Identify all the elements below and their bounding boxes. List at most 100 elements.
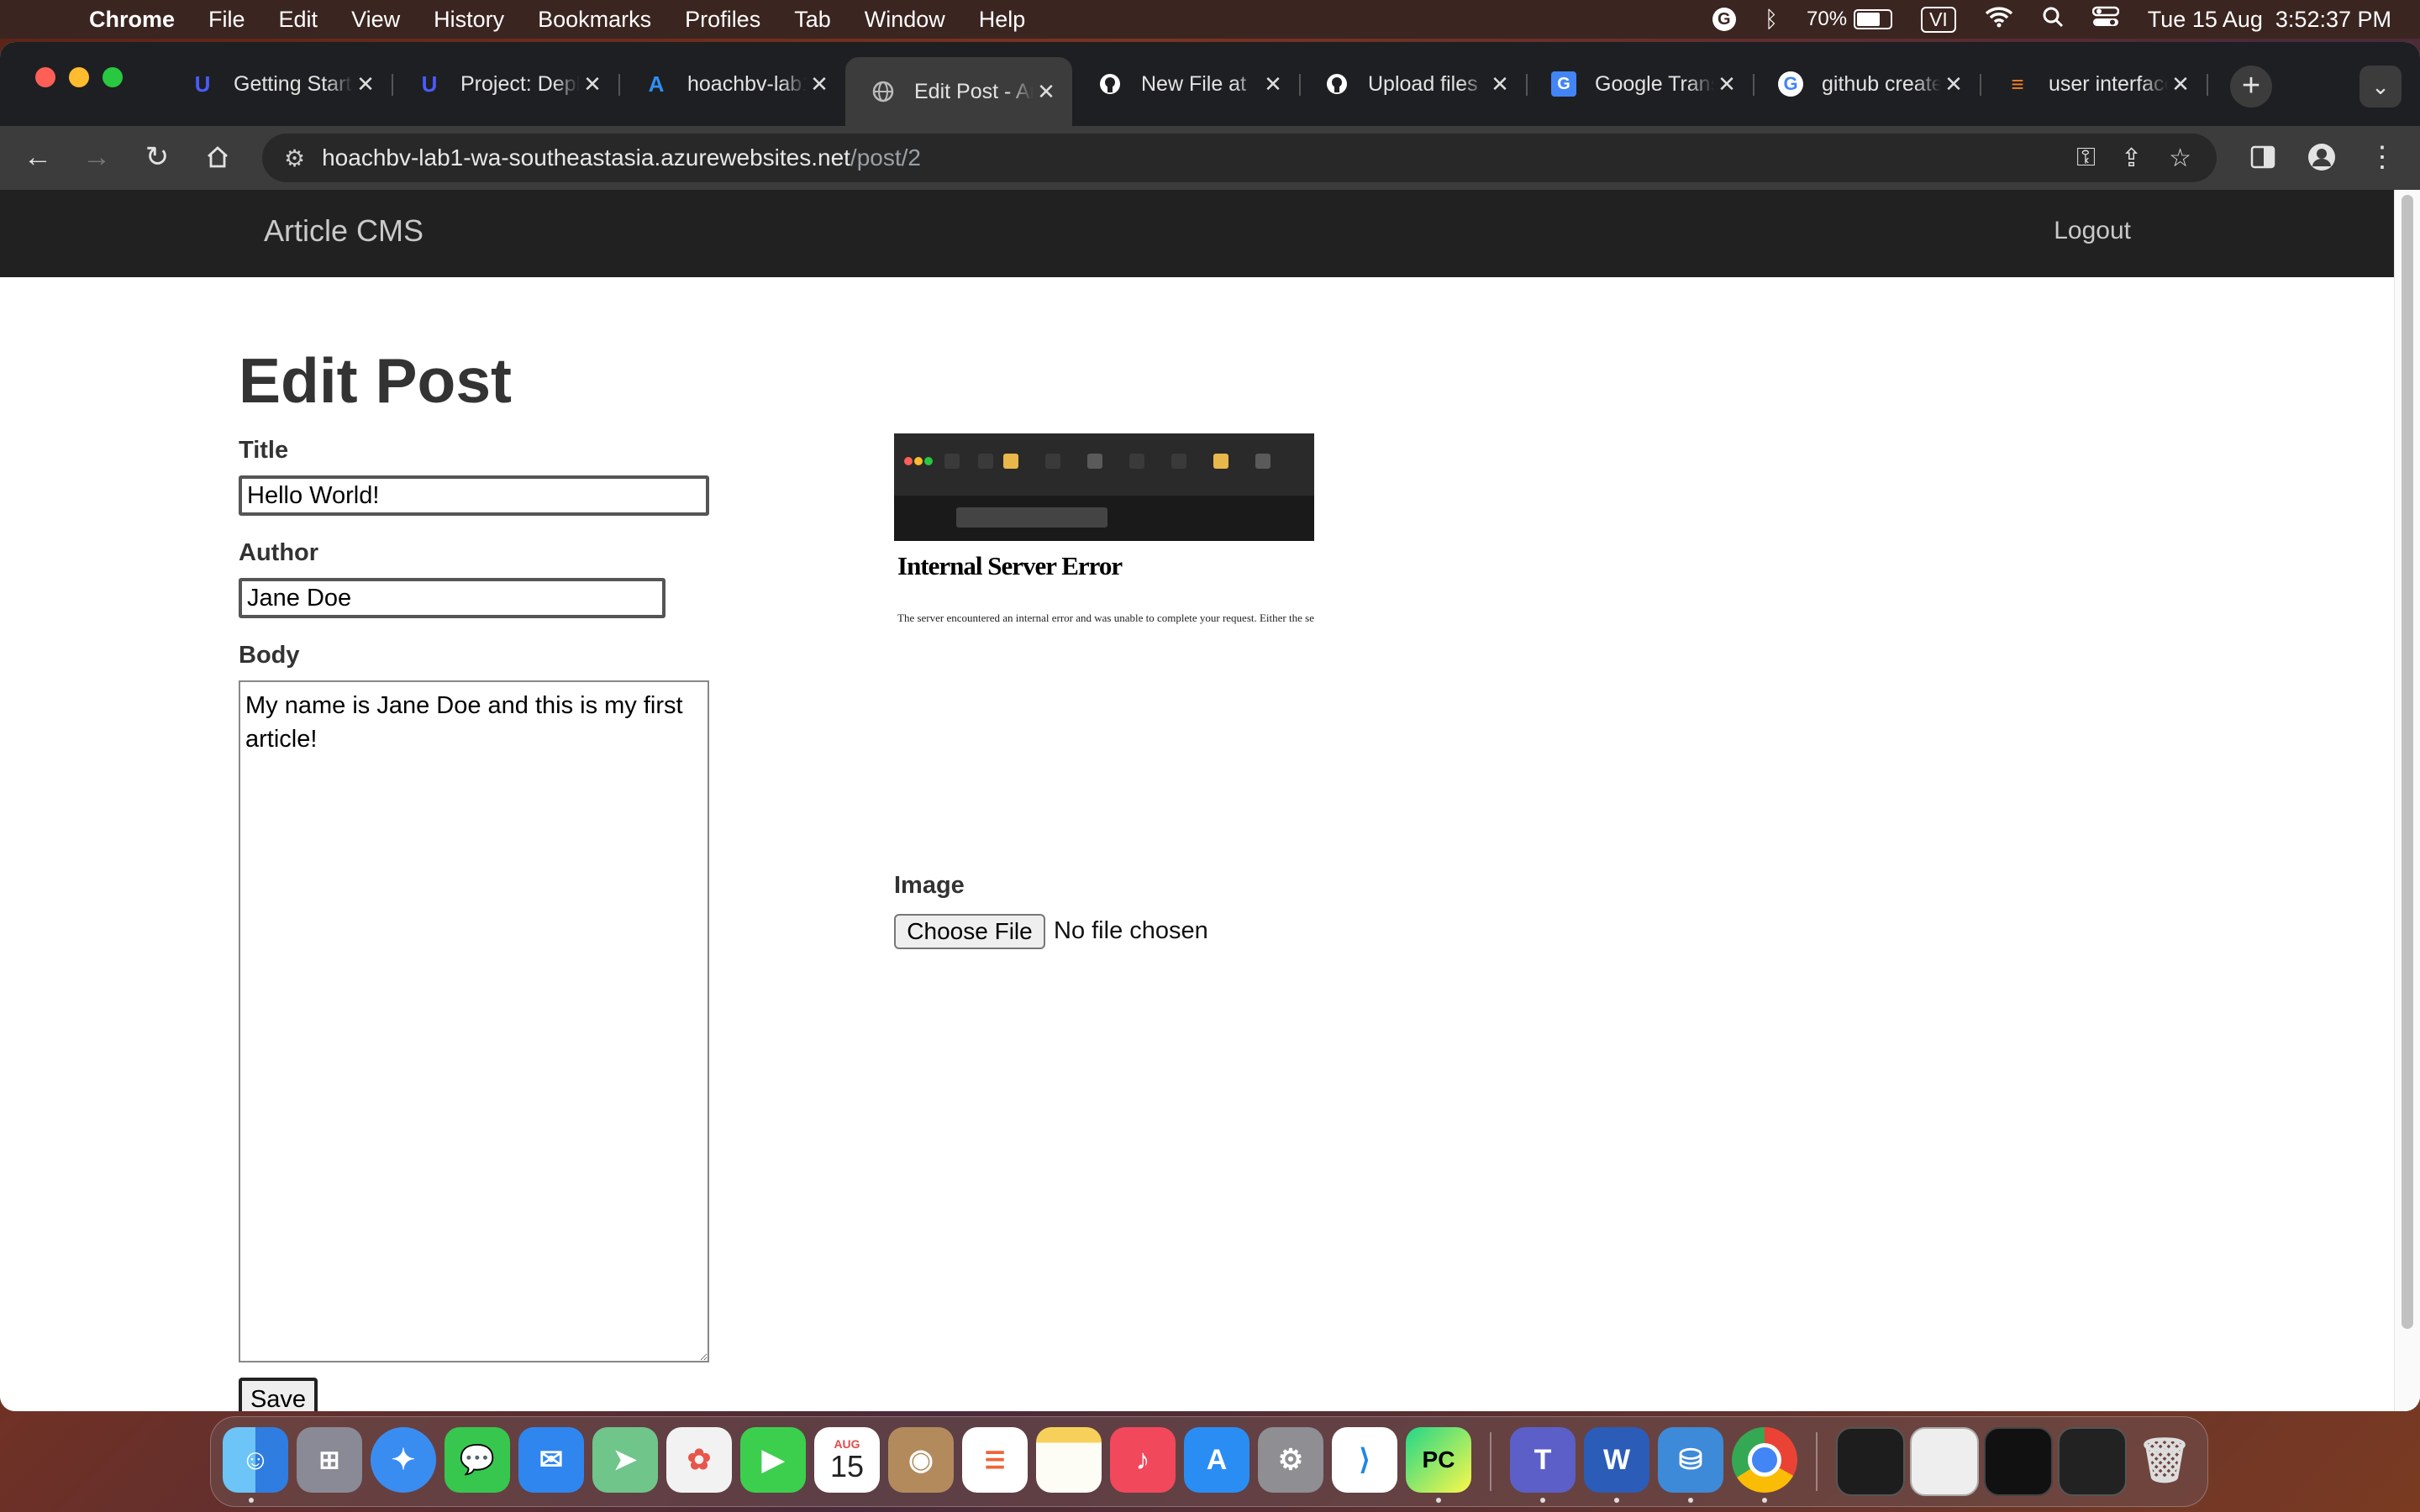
side-panel-icon[interactable] bbox=[2242, 136, 2284, 178]
close-window-button[interactable] bbox=[35, 67, 55, 87]
menu-bookmarks[interactable]: Bookmarks bbox=[538, 7, 651, 33]
safari-icon[interactable]: ✦ bbox=[371, 1427, 436, 1493]
udacity-icon: U bbox=[421, 71, 438, 97]
close-tab-icon[interactable]: ✕ bbox=[353, 71, 378, 97]
system-settings-icon[interactable]: ⚙ bbox=[1258, 1427, 1323, 1493]
chrome-icon[interactable] bbox=[1732, 1427, 1797, 1493]
wifi-icon[interactable] bbox=[1985, 6, 2013, 34]
tab-title: Upload files bbox=[1368, 71, 1478, 96]
launchpad-icon[interactable]: ⊞ bbox=[297, 1427, 362, 1493]
zoom-window-button[interactable] bbox=[103, 67, 123, 87]
trash-icon[interactable]: 🗑 bbox=[2132, 1427, 2197, 1493]
home-button[interactable] bbox=[197, 136, 239, 178]
tab-title: New File at bbox=[1141, 71, 1247, 96]
word-icon[interactable]: W bbox=[1584, 1427, 1649, 1493]
vscode-icon[interactable]: ⟩ bbox=[1332, 1427, 1397, 1493]
site-info-icon[interactable]: ⚙ bbox=[284, 144, 305, 172]
photos-icon[interactable]: ✿ bbox=[666, 1427, 732, 1493]
bluetooth-icon[interactable]: ᛒ bbox=[1765, 7, 1778, 33]
music-icon[interactable]: ♪ bbox=[1110, 1427, 1176, 1493]
menu-tab[interactable]: Tab bbox=[794, 7, 831, 33]
new-tab-button[interactable]: + bbox=[2230, 66, 2272, 108]
tab-user-interface[interactable]: ≡ user interface ✕ bbox=[1980, 60, 2207, 108]
minimized-window-thumbnail[interactable] bbox=[1910, 1427, 1979, 1496]
minimized-window-thumbnail[interactable] bbox=[1836, 1427, 1905, 1496]
close-tab-icon[interactable]: ✕ bbox=[1260, 71, 1286, 97]
messages-icon[interactable]: 💬 bbox=[445, 1427, 510, 1493]
close-tab-icon[interactable]: ✕ bbox=[807, 71, 832, 97]
calendar-icon[interactable]: AUG 15 bbox=[814, 1427, 880, 1493]
logout-link[interactable]: Logout bbox=[2054, 217, 2131, 245]
input-source-indicator[interactable]: VI bbox=[1921, 6, 1956, 33]
tab-getting-started[interactable]: U Getting Started ✕ bbox=[165, 60, 392, 108]
pycharm-icon[interactable]: PC bbox=[1406, 1427, 1471, 1493]
azure-data-studio-icon[interactable]: ⛁ bbox=[1658, 1427, 1723, 1493]
minimize-window-button[interactable] bbox=[69, 67, 89, 87]
password-key-icon[interactable]: ⚿ bbox=[2076, 144, 2096, 172]
tab-new-file[interactable]: New File at ✕ bbox=[1072, 60, 1299, 108]
choose-file-button[interactable]: Choose File bbox=[894, 914, 1045, 949]
mail-icon[interactable]: ✉ bbox=[518, 1427, 584, 1493]
tab-project[interactable]: U Project: Deploy ✕ bbox=[392, 60, 618, 108]
back-button[interactable]: ← bbox=[17, 136, 59, 178]
title-input[interactable] bbox=[239, 475, 709, 516]
menu-bar-clock[interactable]: Tue 15 Aug 3:52:37 PM bbox=[2148, 7, 2391, 33]
facetime-icon[interactable]: ▶ bbox=[740, 1427, 806, 1493]
spotlight-search-icon[interactable] bbox=[2042, 6, 2064, 34]
site-brand-link[interactable]: Article CMS bbox=[264, 213, 424, 249]
page-scrollbar[interactable] bbox=[2394, 190, 2420, 1411]
menu-view[interactable]: View bbox=[351, 7, 400, 33]
menu-edit[interactable]: Edit bbox=[279, 7, 318, 33]
tab-title: Getting Started bbox=[234, 71, 353, 96]
page-viewport: Article CMS Logout Edit Post Title Autho… bbox=[0, 190, 2420, 1411]
address-bar[interactable]: ⚙ hoachbv-lab1-wa-southeastasia.azureweb… bbox=[262, 134, 2217, 182]
menu-file[interactable]: File bbox=[208, 7, 245, 33]
close-tab-icon[interactable]: ✕ bbox=[1941, 71, 1966, 97]
close-tab-icon[interactable]: ✕ bbox=[1034, 79, 1059, 105]
tab-upload-files[interactable]: Upload files ✕ bbox=[1299, 60, 1526, 108]
dock: ☺ ⊞ ✦ 💬 ✉ ➤ ✿ ▶ AUG 15 ◉ ☰ ♪ A ⚙ ⟩ PC T … bbox=[210, 1416, 2208, 1507]
post-image-preview: Internal Server Error The server encount… bbox=[894, 433, 1314, 672]
close-tab-icon[interactable]: ✕ bbox=[2168, 71, 2193, 97]
close-tab-icon[interactable]: ✕ bbox=[1487, 71, 1512, 97]
menu-profiles[interactable]: Profiles bbox=[685, 7, 760, 33]
reminders-icon[interactable]: ☰ bbox=[962, 1427, 1028, 1493]
menu-help[interactable]: Help bbox=[979, 7, 1026, 33]
share-icon[interactable]: ⇪ bbox=[2121, 144, 2142, 173]
profile-avatar-icon[interactable] bbox=[2301, 136, 2343, 178]
notes-icon[interactable] bbox=[1036, 1427, 1102, 1493]
no-file-status: No file chosen bbox=[1054, 917, 1208, 944]
finder-icon[interactable]: ☺ bbox=[223, 1427, 288, 1493]
teams-icon[interactable]: T bbox=[1510, 1427, 1576, 1493]
chrome-menu-icon[interactable]: ⋮ bbox=[2361, 136, 2403, 178]
minimized-window-thumbnail[interactable] bbox=[2058, 1427, 2127, 1496]
tab-edit-post[interactable]: Edit Post - Article CMS ✕ bbox=[845, 57, 1072, 126]
body-textarea[interactable]: My name is Jane Doe and this is my first… bbox=[239, 680, 709, 1362]
app-store-icon[interactable]: A bbox=[1184, 1427, 1249, 1493]
globe-icon bbox=[871, 79, 896, 104]
close-tab-icon[interactable]: ✕ bbox=[580, 71, 605, 97]
forward-button[interactable]: → bbox=[76, 136, 118, 178]
reload-button[interactable]: ↻ bbox=[136, 136, 178, 178]
tab-title: user interface bbox=[2049, 71, 2168, 96]
minimized-window-thumbnail[interactable] bbox=[1984, 1427, 2053, 1496]
grammarly-icon[interactable]: G bbox=[1712, 8, 1736, 31]
close-tab-icon[interactable]: ✕ bbox=[1714, 71, 1739, 97]
save-button[interactable]: Save bbox=[239, 1378, 318, 1411]
author-input[interactable] bbox=[239, 578, 666, 618]
tab-github-create[interactable]: G github create ✕ bbox=[1753, 60, 1980, 108]
tab-google-translate[interactable]: G Google Translate ✕ bbox=[1526, 60, 1753, 108]
battery-status[interactable]: 70% bbox=[1807, 8, 1893, 31]
menu-window[interactable]: Window bbox=[865, 7, 945, 33]
maps-icon[interactable]: ➤ bbox=[592, 1427, 658, 1493]
menu-history[interactable]: History bbox=[434, 7, 504, 33]
github-icon bbox=[1324, 71, 1349, 97]
control-center-icon[interactable] bbox=[2091, 6, 2120, 34]
scrollbar-thumb[interactable] bbox=[2402, 195, 2413, 1329]
menu-app-name[interactable]: Chrome bbox=[89, 7, 175, 33]
tab-search-chevron-icon[interactable]: ⌄ bbox=[2360, 66, 2402, 108]
tab-hoachbv-lab1[interactable]: A hoachbv-lab1 ✕ bbox=[618, 60, 845, 108]
bookmark-star-icon[interactable]: ☆ bbox=[2169, 144, 2191, 173]
contacts-icon[interactable]: ◉ bbox=[888, 1427, 954, 1493]
tab-title: Google Translate bbox=[1595, 71, 1714, 96]
